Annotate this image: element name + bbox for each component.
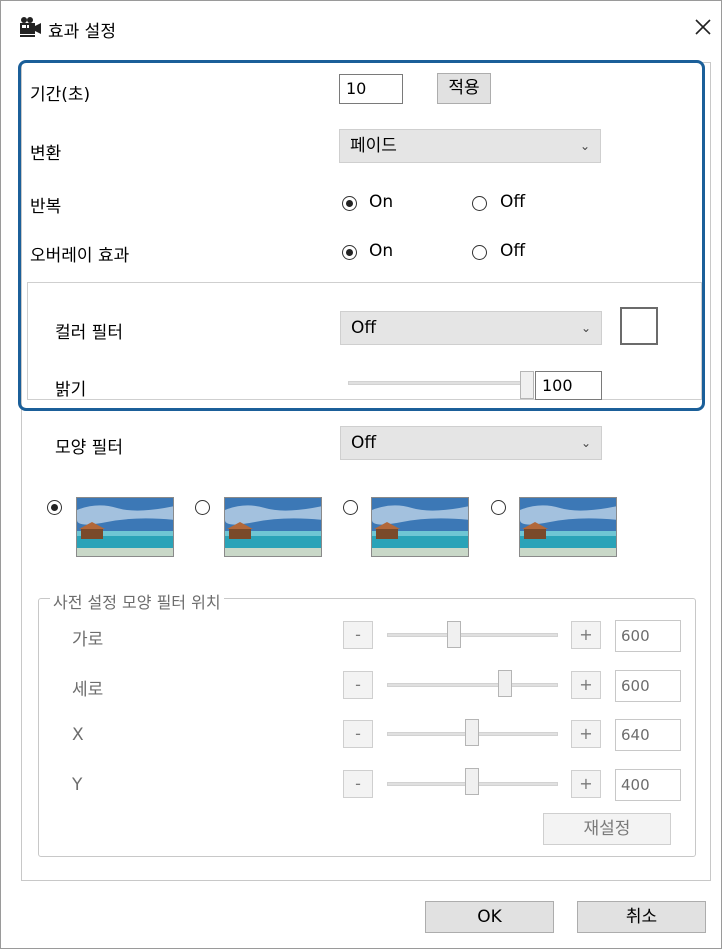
height-slider-thumb[interactable] [498,670,512,697]
transition-select[interactable]: 페이드 ⌄ [339,129,601,163]
repeat-label: 반복 [30,197,62,217]
overlay-label: 오버레이 효과 [30,246,130,266]
beach-thumbnail-2[interactable] [224,497,322,557]
y-minus-button[interactable]: - [343,770,373,798]
repeat-on-label: On [369,192,394,212]
shape-filter-label: 모양 필터 [55,438,123,458]
beach-image [225,498,321,556]
duration-label: 기간(초) [30,85,91,105]
duration-input[interactable]: 10 [339,74,403,104]
beach-image [372,498,468,556]
width-label: 가로 [72,630,104,650]
brightness-slider-track[interactable] [348,381,532,385]
beach-thumbnail-4[interactable] [519,497,617,557]
width-plus-button[interactable]: + [571,621,601,649]
overlay-off-label: Off [500,241,526,261]
x-plus-button[interactable]: + [571,720,601,748]
color-filter-label: 컬러 필터 [55,323,123,343]
shape-thumbnail-radio-1[interactable] [47,500,62,515]
reset-button[interactable]: 재설정 [543,813,671,845]
y-slider-thumb[interactable] [465,768,479,795]
cancel-button[interactable]: 취소 [577,901,706,933]
height-input[interactable]: 600 [615,670,681,702]
x-minus-button[interactable]: - [343,720,373,748]
color-swatch-button[interactable] [620,307,658,345]
y-input[interactable]: 400 [615,769,681,801]
brightness-input[interactable]: 100 [535,371,602,400]
brightness-label: 밝기 [55,380,87,400]
close-button[interactable] [690,14,716,40]
width-input[interactable]: 600 [615,620,681,652]
shape-thumbnail-radio-4[interactable] [491,500,506,515]
transition-label: 변환 [30,144,62,164]
repeat-on-radio[interactable] [342,196,357,211]
y-plus-button[interactable]: + [571,770,601,798]
shape-filter-value: Off [351,433,377,453]
x-input[interactable]: 640 [615,719,681,751]
y-label: Y [72,775,83,795]
shape-filter-select[interactable]: Off ⌄ [340,426,602,460]
x-slider-thumb[interactable] [465,719,479,746]
height-minus-button[interactable]: - [343,671,373,699]
ok-button[interactable]: OK [425,901,554,933]
overlay-off-radio[interactable] [472,245,487,260]
preset-position-legend: 사전 설정 모양 필터 위치 [50,589,224,613]
chevron-down-icon: ⌄ [580,321,591,335]
beach-image [520,498,616,556]
color-filter-select[interactable]: Off ⌄ [340,311,602,345]
beach-thumbnail-3[interactable] [371,497,469,557]
width-slider-track[interactable] [387,633,558,637]
chevron-down-icon: ⌄ [580,436,591,450]
repeat-off-radio[interactable] [472,196,487,211]
overlay-on-radio[interactable] [342,245,357,260]
shape-thumbnail-radio-2[interactable] [195,500,210,515]
color-filter-value: Off [351,318,377,338]
chevron-down-icon: ⌄ [579,139,590,153]
height-plus-button[interactable]: + [571,671,601,699]
height-label: 세로 [72,680,104,700]
width-minus-button[interactable]: - [343,621,373,649]
close-icon [695,19,711,35]
overlay-on-label: On [369,241,394,261]
beach-thumbnail-1[interactable] [76,497,174,557]
x-label: X [72,725,84,745]
height-slider-track[interactable] [387,683,558,687]
brightness-slider-thumb[interactable] [520,371,534,399]
projector-icon [18,15,42,39]
transition-value: 페이드 [350,136,397,156]
window-title: 효과 설정 [48,22,116,42]
width-slider-thumb[interactable] [447,621,461,648]
repeat-off-label: Off [500,192,526,212]
beach-image [77,498,173,556]
shape-thumbnail-radio-3[interactable] [343,500,358,515]
apply-button[interactable]: 적용 [437,73,491,104]
